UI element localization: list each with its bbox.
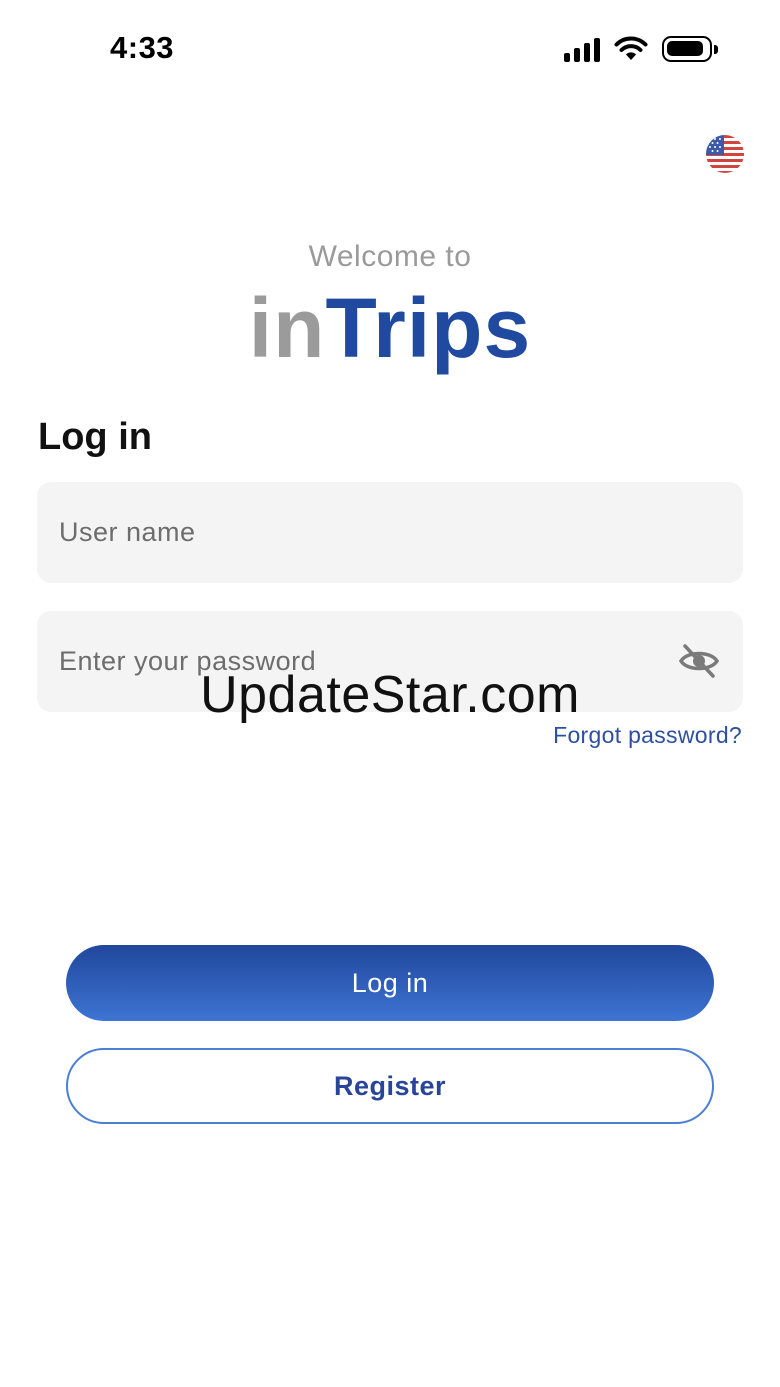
forgot-password-link[interactable]: Forgot password? [553,722,742,749]
username-field-container [37,482,743,583]
status-time: 4:33 [110,30,175,65]
login-screen: 4:33 Welcome to inTrips Log in User name… [0,0,780,1387]
watermark: UpdateStar.com [200,666,580,724]
status-icons [564,36,718,62]
username-input[interactable] [59,482,659,583]
status-bar: 4:33 [0,0,780,100]
app-logo: inTrips [0,280,780,377]
login-button[interactable]: Log in [66,945,714,1021]
signal-icon [564,36,600,62]
logo-suffix: Trips [325,281,532,375]
wifi-icon [614,36,648,60]
battery-icon [662,36,718,62]
logo-prefix: in [248,281,326,375]
welcome-text: Welcome to [308,240,472,273]
register-button[interactable]: Register [66,1048,714,1124]
us-flag-icon[interactable] [706,135,744,173]
login-heading: Log in [38,416,152,458]
